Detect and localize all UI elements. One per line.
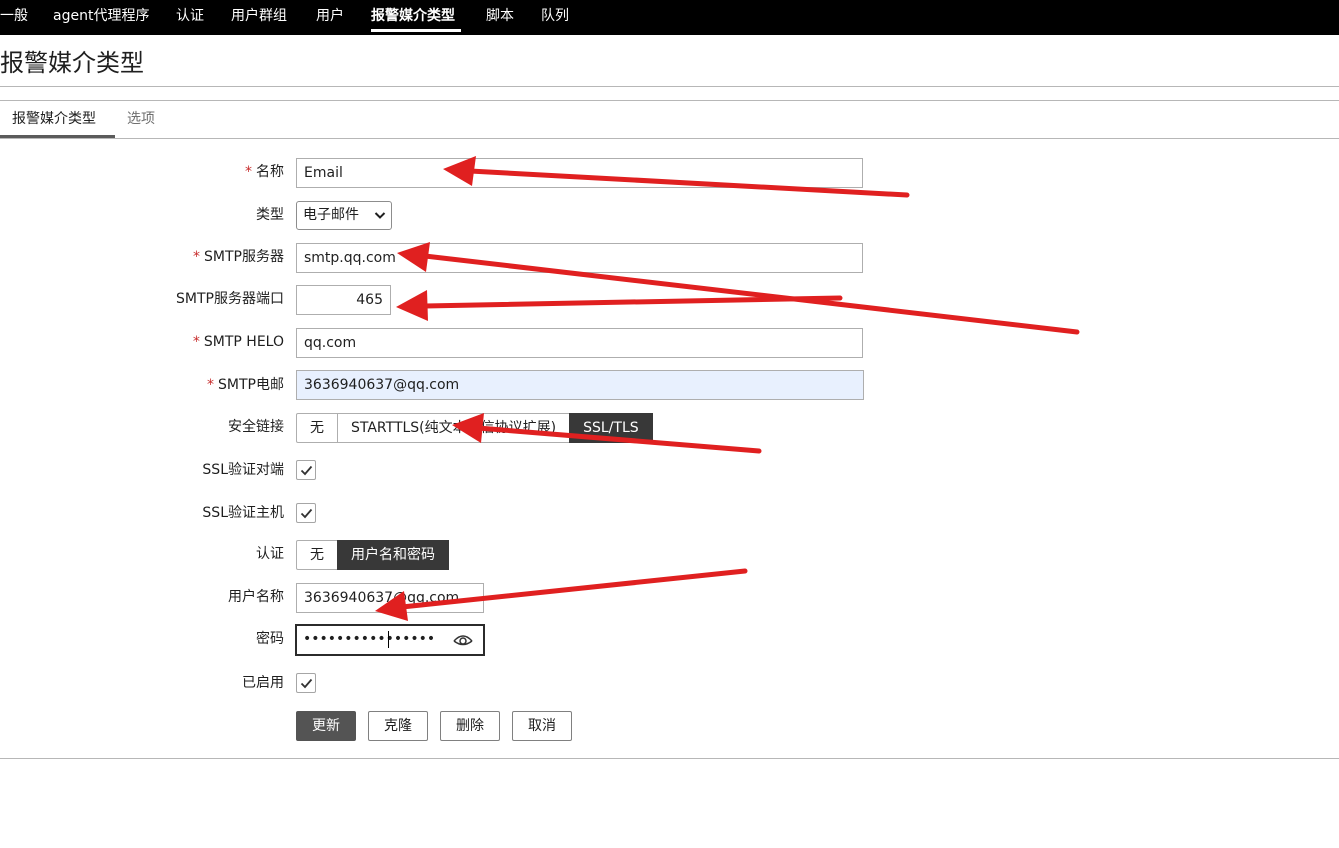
eye-icon[interactable] <box>452 631 474 649</box>
ssl-verify-host-label: SSL验证主机 <box>202 505 284 521</box>
required-mark: * <box>193 249 201 265</box>
tab-options[interactable]: 选项 <box>127 110 155 128</box>
auth-label: 认证 <box>256 546 284 562</box>
name-label: * 名称 <box>245 162 284 182</box>
smtp-email-label-text: SMTP电邮 <box>218 377 284 393</box>
tabs-top-divider <box>0 100 1339 101</box>
text-caret <box>388 631 389 648</box>
username-label: 用户名称 <box>228 589 284 605</box>
auth-segmented-control: 无 用户名和密码 <box>296 540 449 570</box>
required-mark: * <box>245 164 252 180</box>
annotation-arrowhead <box>396 290 428 321</box>
annotation-arrow-smtp-port <box>422 295 843 309</box>
smtp-email-input[interactable]: 3636940637@qq.com <box>296 370 864 400</box>
ssl-verify-host-checkbox[interactable] <box>296 503 316 523</box>
checkmark-icon <box>300 508 313 519</box>
smtp-helo-input[interactable]: qq.com <box>296 328 863 358</box>
nav-scripts[interactable]: 脚本 <box>486 7 514 25</box>
top-navigation: 一般 agent代理程序 认证 用户群组 用户 报警媒介类型 脚本 队列 <box>0 0 1339 35</box>
username-input[interactable]: 3636940637@qq.com <box>296 583 484 613</box>
auth-option-username-password[interactable]: 用户名和密码 <box>337 540 449 570</box>
security-option-ssl-tls[interactable]: SSL/TLS <box>569 413 653 443</box>
required-mark: * <box>207 377 215 393</box>
smtp-server-label: * SMTP服务器 <box>193 247 284 267</box>
page-title: 报警媒介类型 <box>0 49 144 77</box>
password-label: 密码 <box>256 631 284 647</box>
update-button[interactable]: 更新 <box>296 711 356 741</box>
title-divider <box>0 86 1339 87</box>
smtp-server-label-text: SMTP服务器 <box>204 249 284 265</box>
nav-media-types[interactable]: 报警媒介类型 <box>371 7 455 25</box>
smtp-port-label: SMTP服务器端口 <box>176 291 284 307</box>
nav-general[interactable]: 一般 <box>0 7 28 25</box>
delete-button[interactable]: 删除 <box>440 711 500 741</box>
nav-authentication[interactable]: 认证 <box>176 7 204 25</box>
type-select[interactable]: 电子邮件 <box>296 201 392 230</box>
smtp-helo-label-text: SMTP HELO <box>203 334 284 350</box>
name-label-text: 名称 <box>256 164 284 180</box>
security-option-none[interactable]: 无 <box>296 413 338 443</box>
nav-users[interactable]: 用户 <box>316 7 344 25</box>
auth-option-none[interactable]: 无 <box>296 540 338 570</box>
ssl-verify-peer-checkbox[interactable] <box>296 460 316 480</box>
tab-active-indicator <box>0 135 115 138</box>
checkmark-icon <box>300 465 313 476</box>
type-label: 类型 <box>256 207 284 223</box>
nav-queue[interactable]: 队列 <box>541 7 569 25</box>
nav-agent-proxy[interactable]: agent代理程序 <box>53 7 149 25</box>
security-label: 安全链接 <box>228 419 284 435</box>
nav-user-groups[interactable]: 用户群组 <box>231 7 287 25</box>
smtp-helo-label: * SMTP HELO <box>193 332 284 352</box>
nav-active-indicator <box>371 29 461 32</box>
enabled-checkbox[interactable] <box>296 673 316 693</box>
name-input[interactable]: Email <box>296 158 863 188</box>
smtp-port-input[interactable]: 465 <box>296 285 391 315</box>
security-segmented-control: 无 STARTTLS(纯文本通信协议扩展) SSL/TLS <box>296 413 653 443</box>
form-bottom-divider <box>0 758 1339 759</box>
security-option-starttls[interactable]: STARTTLS(纯文本通信协议扩展) <box>337 413 571 443</box>
tabs-bottom-divider <box>0 138 1339 139</box>
type-select-value: 电子邮件 <box>303 207 359 223</box>
ssl-verify-peer-label: SSL验证对端 <box>202 462 284 478</box>
checkmark-icon <box>300 678 313 689</box>
smtp-server-input[interactable]: smtp.qq.com <box>296 243 863 273</box>
annotation-arrows <box>375 156 1080 621</box>
required-mark: * <box>192 334 200 350</box>
cancel-button[interactable]: 取消 <box>512 711 572 741</box>
enabled-label: 已启用 <box>242 675 284 691</box>
tab-media-type[interactable]: 报警媒介类型 <box>12 110 96 128</box>
clone-button[interactable]: 克隆 <box>368 711 428 741</box>
smtp-email-label: * SMTP电邮 <box>207 375 284 395</box>
chevron-down-icon <box>374 202 386 239</box>
